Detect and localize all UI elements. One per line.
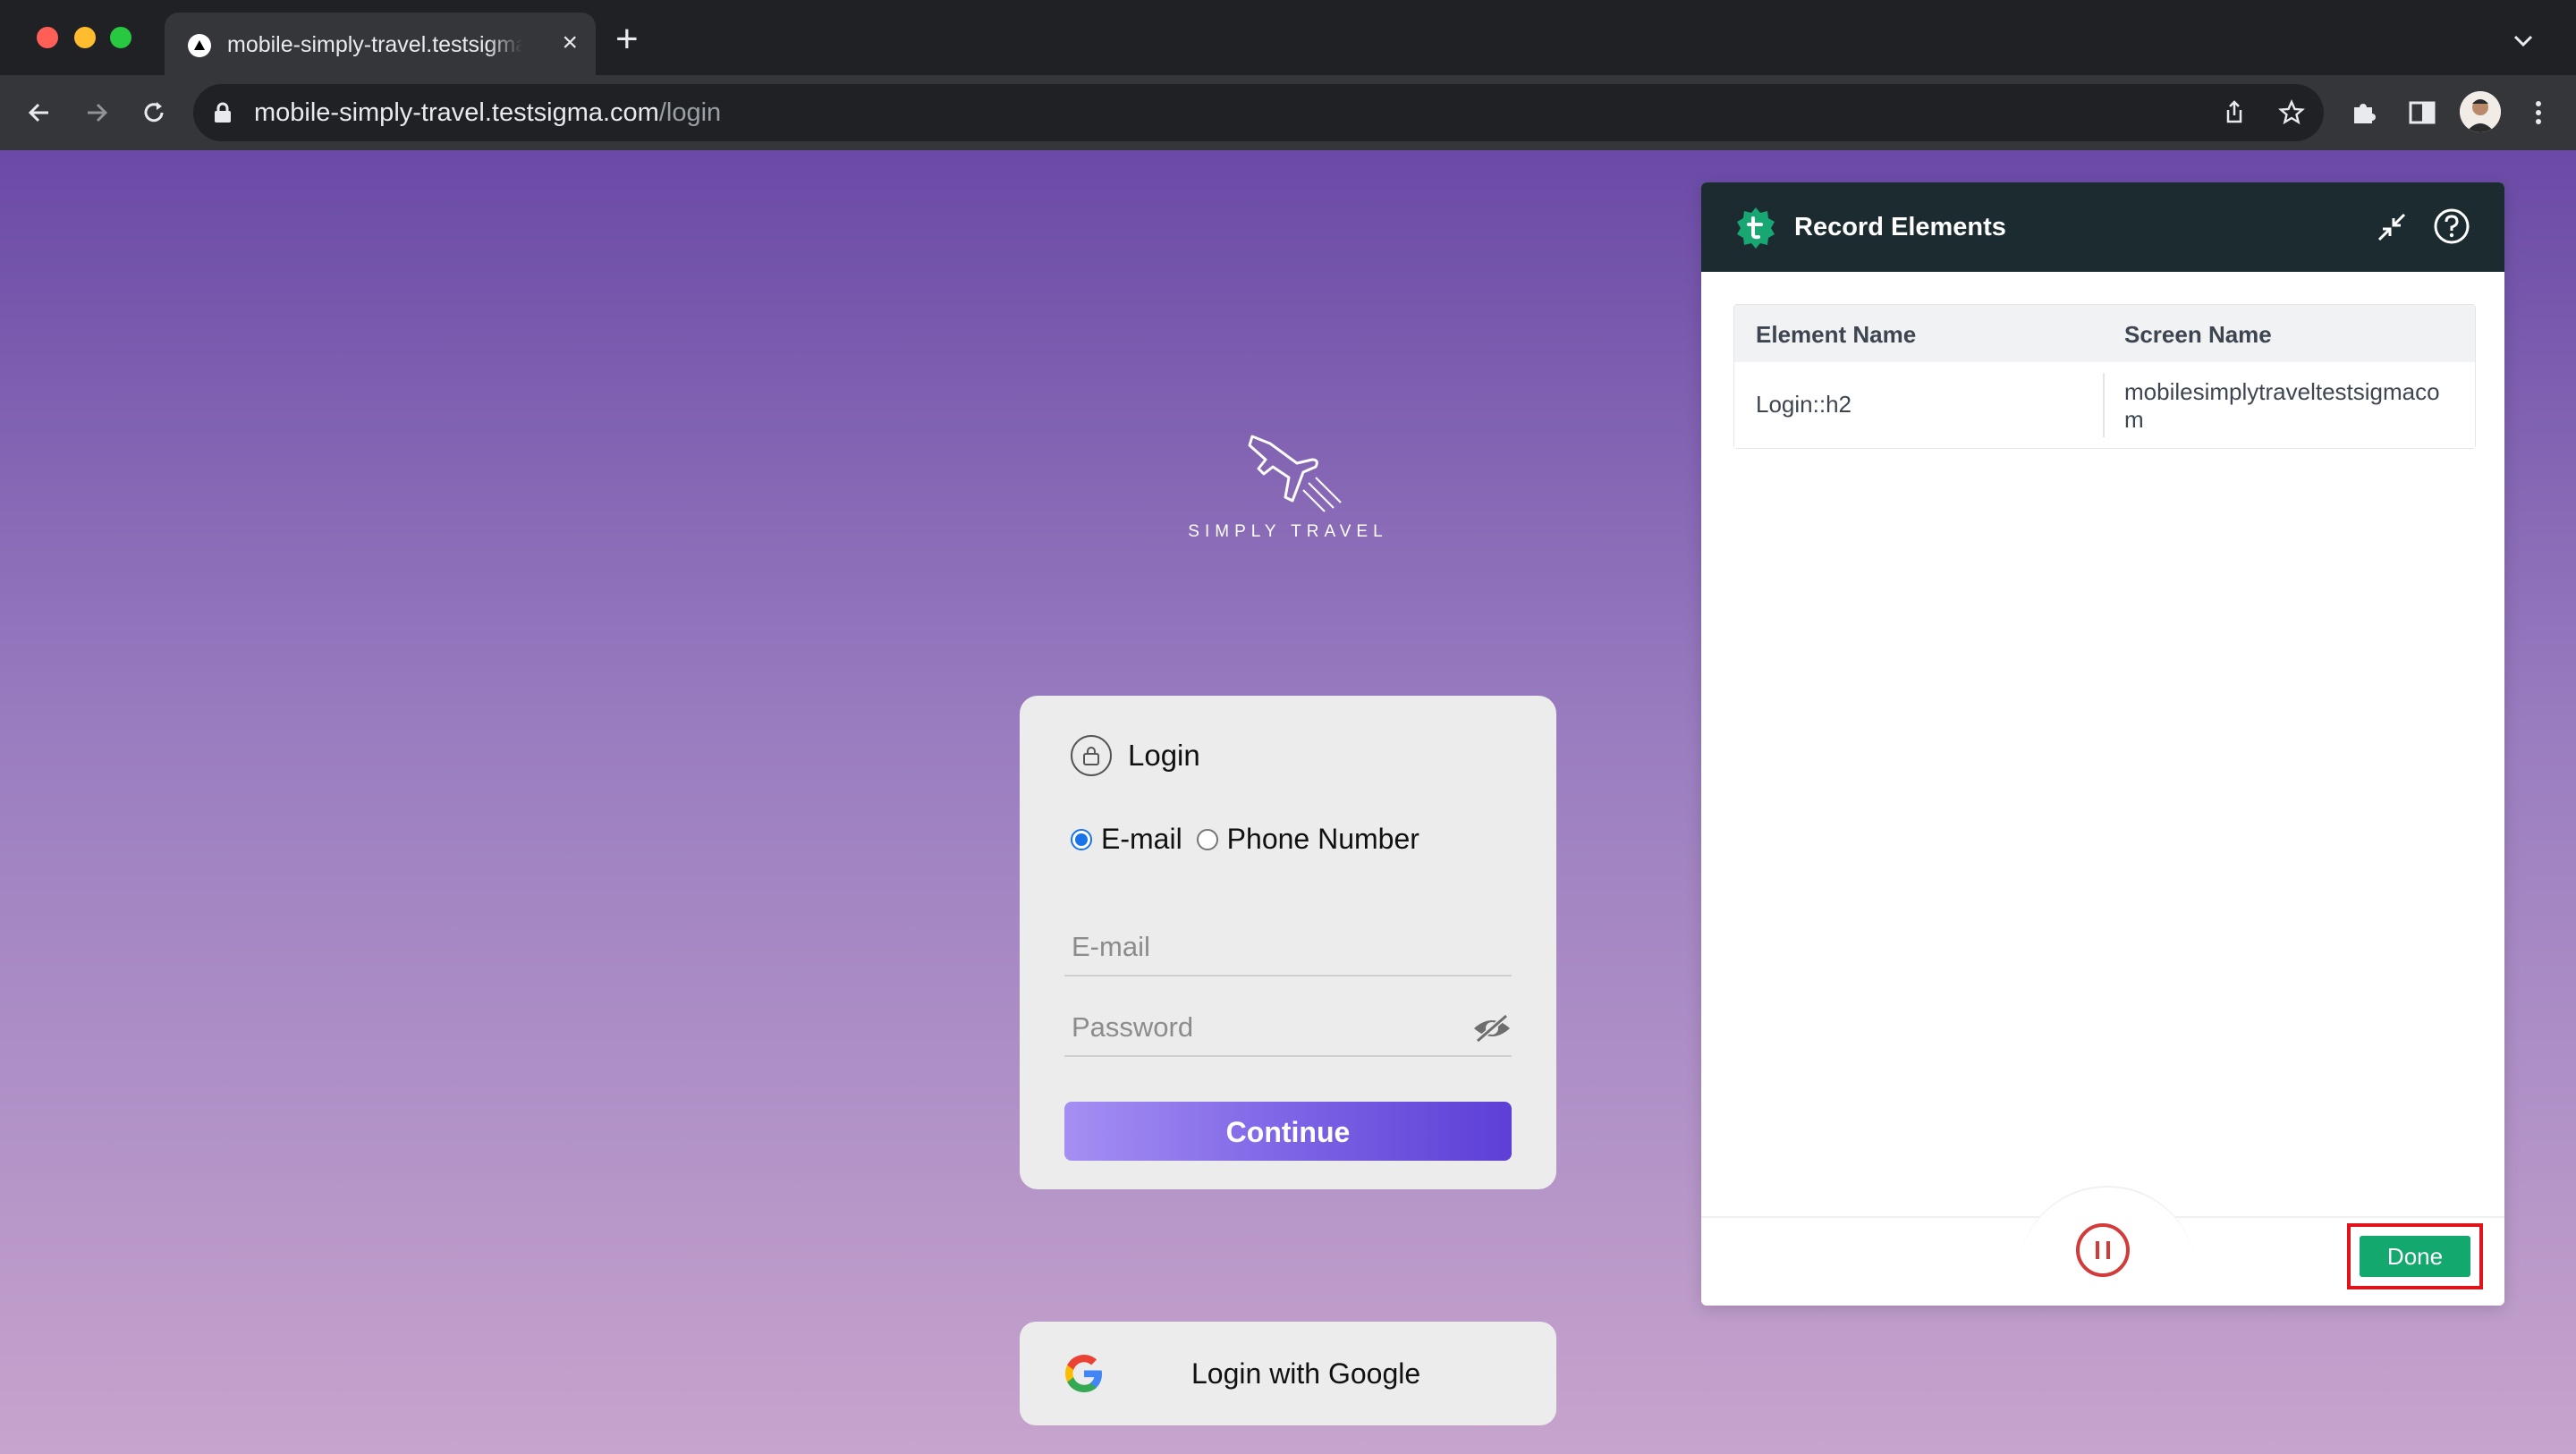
column-header-element-name: Element Name [1756,321,1917,348]
google-login-label: Login with Google [1191,1357,1421,1390]
email-radio[interactable] [1071,828,1092,850]
window-minimize-button[interactable] [74,27,96,48]
panel-header: Record Elements [1701,182,2504,272]
arrow-right-icon [88,103,108,123]
email-field[interactable] [1064,919,1512,975]
avatar-person-icon [2460,91,2501,132]
done-button[interactable]: Done [2360,1236,2470,1277]
phone-radio[interactable] [1196,828,1218,850]
email-radio-label[interactable]: E-mail [1101,823,1182,856]
login-method-radio-group: E-mail Phone Number [1071,823,1434,856]
forward-button[interactable] [77,93,116,132]
side-panel-icon[interactable] [2406,97,2438,129]
airplane-icon [1248,435,1342,512]
password-field-wrapper [1064,1000,1512,1057]
chrome-menu-icon[interactable] [2522,97,2555,129]
url-host: mobile-simply-travel.testsigma.com [254,98,659,127]
brand-name: SIMPLY TRAVEL [1188,522,1388,541]
back-button[interactable] [20,93,59,132]
google-logo-icon [1065,1355,1102,1392]
tab-search-chevron-icon[interactable] [2510,27,2537,54]
login-heading: Login [1071,735,1200,776]
new-tab-button[interactable]: + [615,20,639,59]
done-highlight-box: Done [2347,1223,2483,1289]
lock-circle-icon [1071,735,1112,776]
table-row[interactable]: Login::h2 mobilesimplytraveltestsigmacom [1734,362,2475,448]
reload-icon [144,102,164,123]
phone-radio-label[interactable]: Phone Number [1227,823,1419,856]
reload-button[interactable] [134,93,174,132]
lock-icon [215,102,231,123]
profile-avatar[interactable] [2460,91,2501,132]
arrow-left-icon [28,103,48,123]
address-bar[interactable]: mobile-simply-travel.testsigma.com/login [193,84,2324,141]
pause-recording-button[interactable] [2076,1223,2130,1277]
browser-toolbar: mobile-simply-travel.testsigma.com/login [0,75,2576,150]
extensions-puzzle-icon[interactable] [2349,97,2381,129]
login-title: Login [1128,739,1200,772]
tab-title: mobile-simply-travel.testsigma.com [227,32,522,57]
minimize-arrows-icon[interactable] [2374,209,2410,245]
brand-logo: SIMPLY TRAVEL [1181,418,1395,542]
record-elements-panel: Record Elements Element Name Screen Name… [1701,182,2504,1306]
share-icon[interactable] [2220,98,2249,127]
bookmark-star-icon[interactable] [2277,98,2306,127]
tab-close-icon[interactable]: × [562,27,578,59]
continue-button[interactable]: Continue [1064,1102,1512,1161]
browser-titlebar: mobile-simply-travel.testsigma.com × + [0,0,2576,75]
login-with-google-button[interactable]: Login with Google [1020,1322,1556,1425]
table-header: Element Name Screen Name [1734,305,2475,362]
screen-name-cell: mobilesimplytraveltestsigmacom [2124,378,2440,433]
url-path: /login [658,98,722,127]
help-icon[interactable] [2433,207,2470,245]
window-close-button[interactable] [37,27,58,48]
email-field-wrapper [1064,919,1512,976]
site-favicon-icon [188,34,211,57]
password-field[interactable] [1064,1000,1512,1055]
browser-tab[interactable]: mobile-simply-travel.testsigma.com × [165,13,596,75]
element-name-cell: Login::h2 [1756,391,1852,418]
recorded-elements-table: Element Name Screen Name Login::h2 mobil… [1733,304,2476,449]
window-zoom-button[interactable] [110,27,131,48]
panel-title: Record Elements [1794,213,2006,241]
column-header-screen-name: Screen Name [2124,321,2272,348]
testsigma-logo-icon [1737,207,1775,249]
login-card: Login E-mail Phone Number Continue [1020,696,1556,1189]
eye-hidden-icon[interactable] [1472,1012,1512,1044]
url-text: mobile-simply-travel.testsigma.com/login [254,98,721,127]
cell-divider [2103,373,2105,437]
